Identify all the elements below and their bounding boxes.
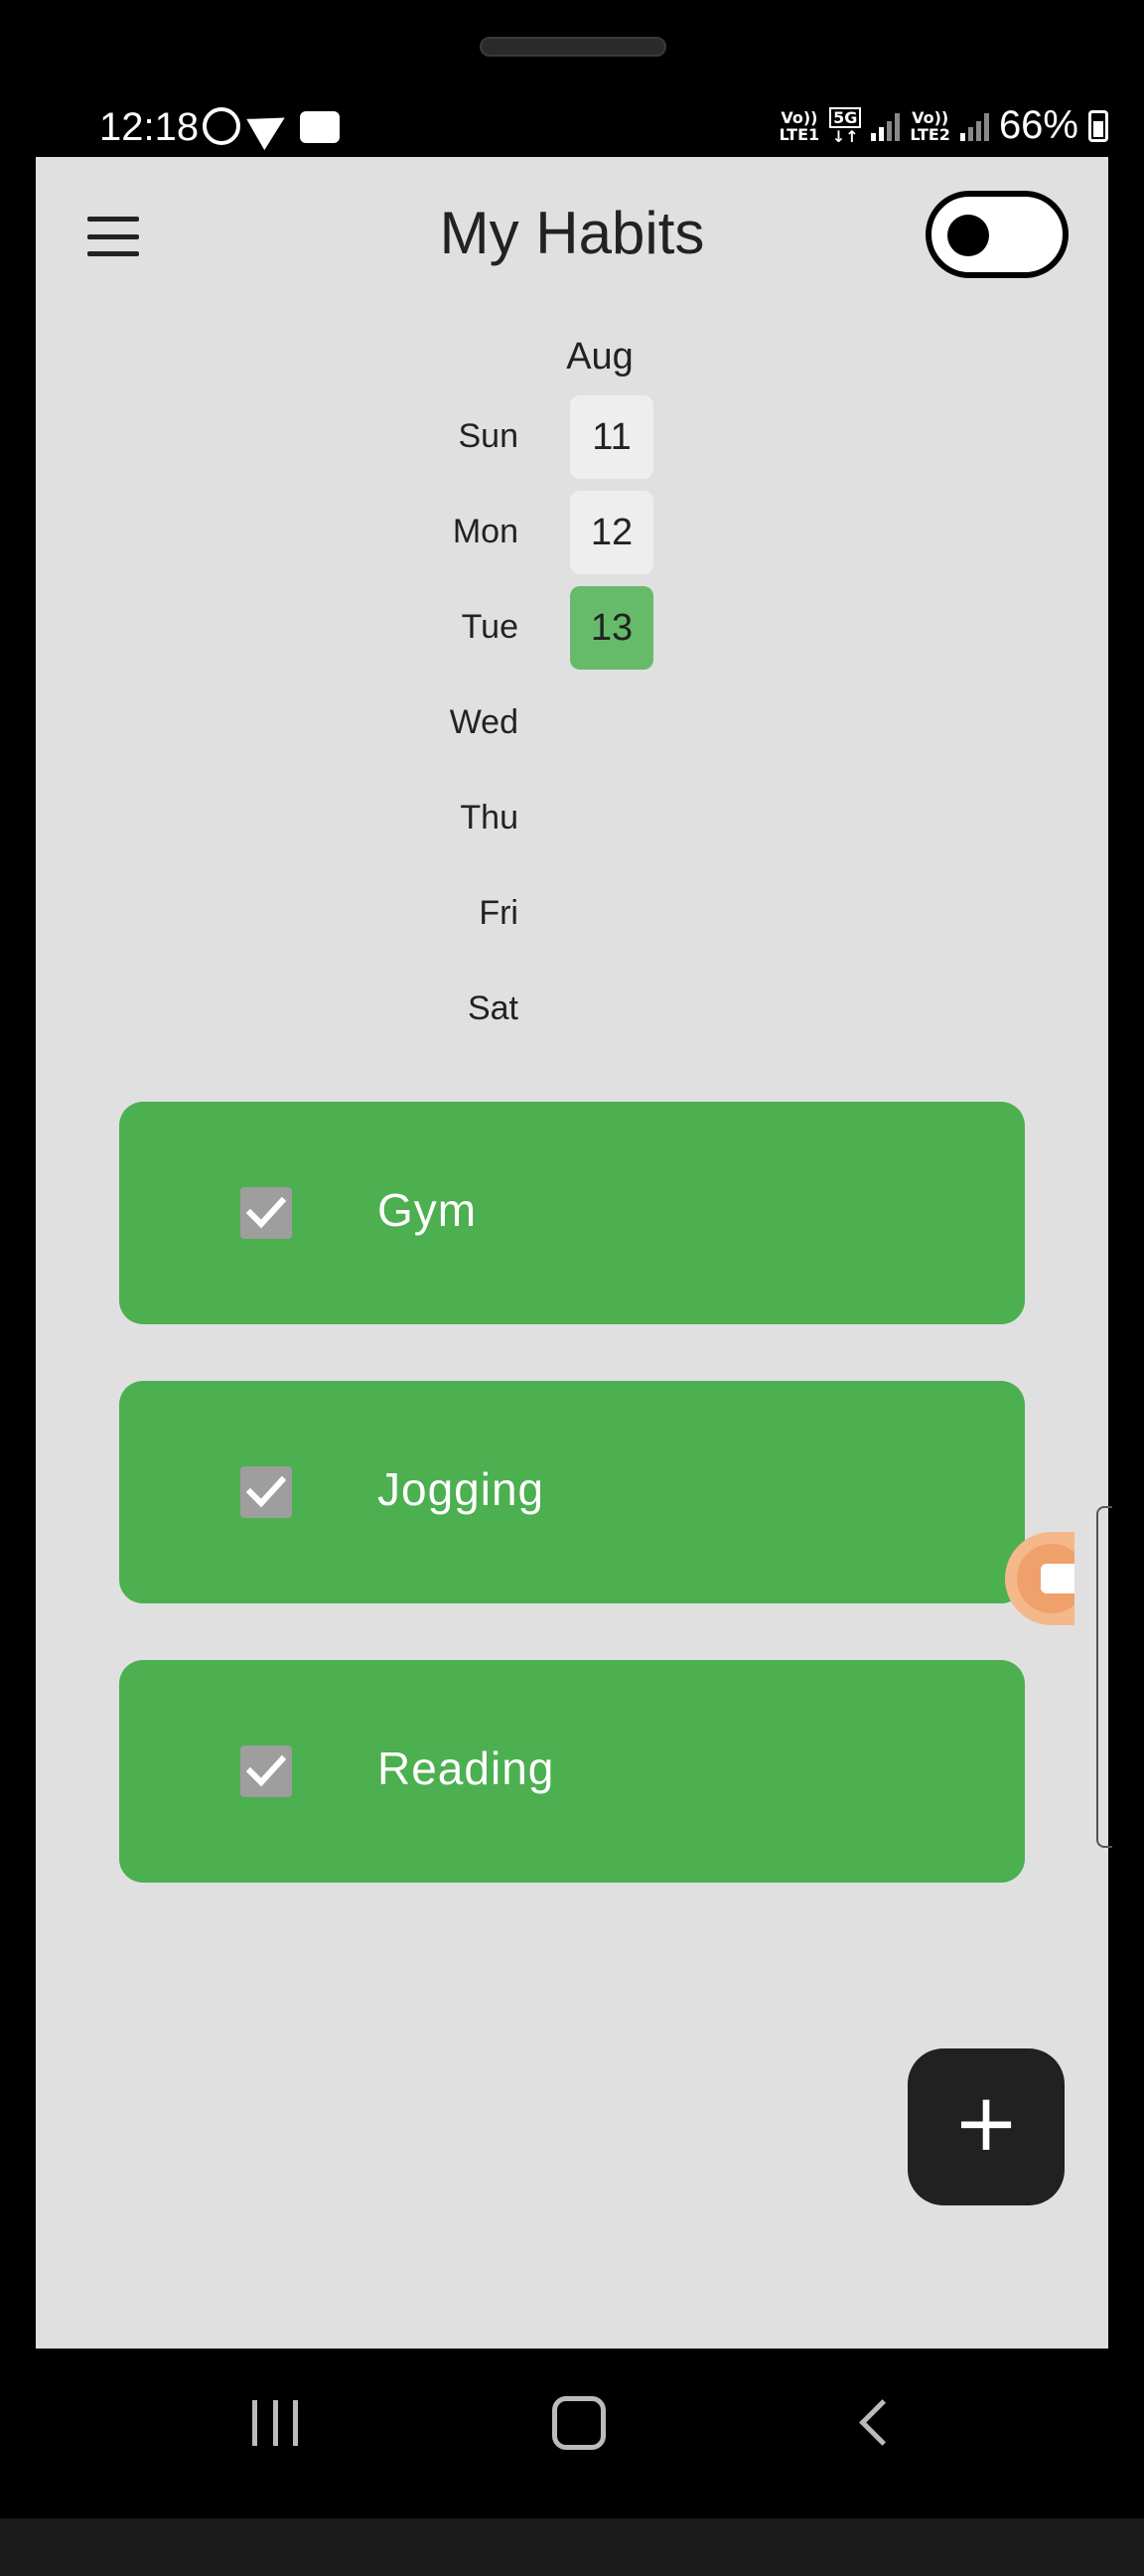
calendar-day-row: Fri [36, 872, 1108, 956]
calendar-month: Aug [566, 336, 634, 378]
add-habit-button[interactable]: + [908, 2048, 1065, 2205]
checkmark-icon [246, 1475, 286, 1508]
habit-card[interactable]: Reading [119, 1660, 1025, 1883]
telegram-icon [246, 101, 294, 151]
back-icon[interactable] [859, 2399, 906, 2446]
system-nav-bar [0, 2349, 1144, 2498]
habit-name: Gym [377, 1184, 478, 1236]
calendar-day-row: Sat [36, 968, 1108, 1051]
battery-percentage: 66% [998, 103, 1078, 147]
signal-strength-1-icon [871, 111, 901, 141]
network-5g-label: 5G ↓↑ [829, 106, 862, 145]
calendar-day-row: Wed [36, 682, 1108, 765]
calendar-day-row[interactable]: Tue 13 [36, 586, 1108, 670]
toggle-knob [947, 215, 989, 256]
habit-checkbox[interactable] [240, 1466, 292, 1518]
theme-toggle[interactable] [926, 191, 1069, 278]
day-name: Fri [479, 894, 518, 932]
status-time: 12:18 [99, 105, 200, 149]
video-icon [300, 111, 340, 143]
edge-panel-handle[interactable] [1096, 1506, 1112, 1848]
day-name: Tue [461, 608, 518, 646]
signal-strength-2-icon [959, 111, 989, 141]
phone-frame-bottom [0, 2518, 1144, 2576]
habit-name: Jogging [377, 1463, 545, 1515]
status-right: Vo)) LTE1 5G ↓↑ Vo)) LTE2 66% [780, 103, 1108, 148]
notification-icons [203, 101, 340, 151]
earpiece-speaker [480, 37, 666, 57]
day-number[interactable]: 12 [570, 491, 653, 574]
app-screen: My Habits Aug Sun 11 Mon 12 Tue 13 Wed T… [36, 157, 1108, 2349]
home-icon[interactable] [552, 2396, 606, 2450]
calendar-day-row: Thu [36, 777, 1108, 860]
day-name: Wed [449, 703, 518, 741]
whatsapp-icon [203, 107, 240, 145]
habit-card[interactable]: Gym [119, 1102, 1025, 1324]
checkmark-icon [246, 1754, 286, 1787]
checkmark-icon [246, 1196, 286, 1229]
day-name: Thu [460, 799, 518, 836]
calendar-day-row[interactable]: Sun 11 [36, 395, 1108, 479]
status-bar: 12:18 Vo)) LTE1 5G ↓↑ Vo)) LTE2 66% [36, 99, 1108, 159]
sim2-label: Vo)) LTE2 [910, 107, 950, 144]
habit-card[interactable]: Jogging [119, 1381, 1025, 1603]
day-number[interactable]: 11 [570, 395, 653, 479]
sim1-label: Vo)) LTE1 [779, 107, 820, 144]
habit-name: Reading [377, 1743, 555, 1794]
recent-apps-icon[interactable] [252, 2400, 298, 2446]
habit-checkbox[interactable] [240, 1745, 292, 1797]
habit-checkbox[interactable] [240, 1187, 292, 1239]
day-name: Sun [458, 417, 519, 455]
day-number-today[interactable]: 13 [570, 586, 653, 670]
calendar-day-row[interactable]: Mon 12 [36, 491, 1108, 574]
battery-icon [1088, 109, 1108, 142]
day-name: Mon [452, 513, 518, 550]
day-name: Sat [467, 989, 518, 1027]
